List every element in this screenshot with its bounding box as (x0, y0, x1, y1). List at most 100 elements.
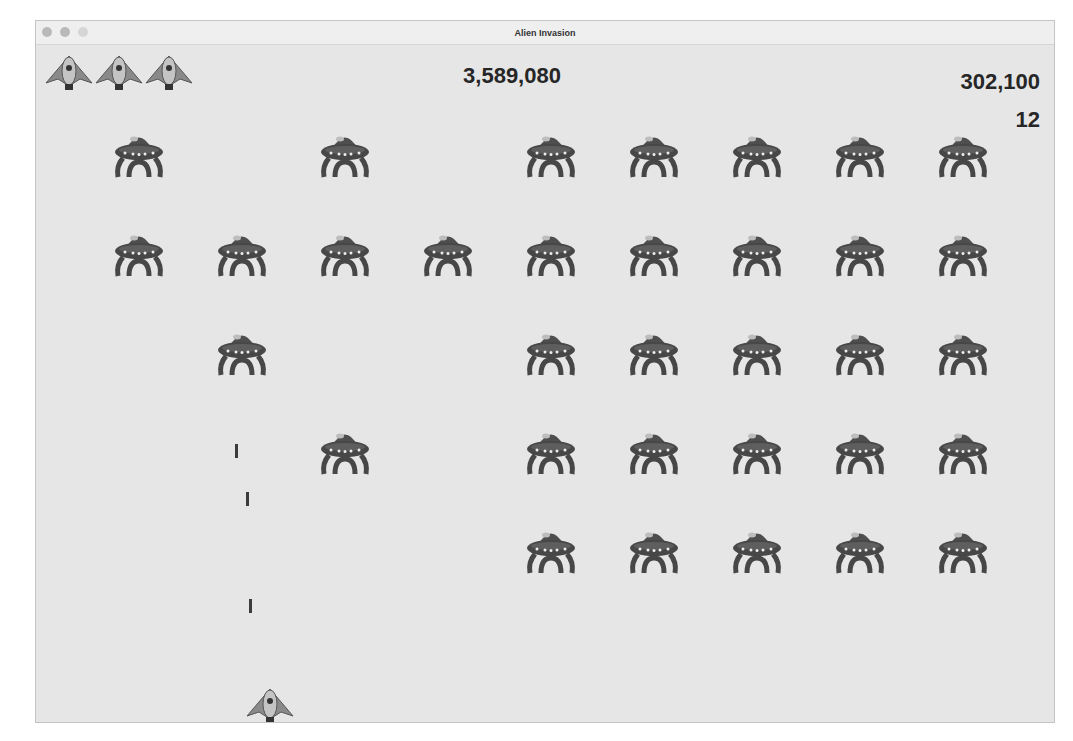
fleet-cell (525, 425, 577, 475)
fleet-cell (628, 227, 680, 277)
zoom-button[interactable] (78, 27, 88, 37)
alien-icon (628, 524, 680, 574)
fleet-cell (731, 326, 783, 376)
fleet-cell (422, 524, 474, 574)
alien-icon (937, 227, 989, 277)
alien-icon (731, 227, 783, 277)
window-controls (42, 27, 88, 37)
fleet-cell (937, 524, 989, 574)
alien-icon (937, 326, 989, 376)
alien-icon (731, 524, 783, 574)
bullet (246, 492, 249, 506)
fleet-cell (422, 227, 474, 277)
alien-icon (113, 128, 165, 178)
fleet-cell (113, 227, 165, 277)
fleet-cell (525, 227, 577, 277)
fleet-cell (216, 326, 268, 376)
life-ship-icon (144, 53, 194, 91)
high-score: 302,100 (840, 63, 1040, 101)
alien-fleet (36, 45, 1054, 574)
game-window: Alien Invasion 3,589,080 302,10012 (35, 20, 1055, 723)
fleet-cell (834, 425, 886, 475)
fleet-cell (525, 524, 577, 574)
fleet-cell (113, 128, 165, 178)
alien-icon (834, 524, 886, 574)
fleet-cell (113, 425, 165, 475)
fleet-cell (731, 425, 783, 475)
alien-icon (319, 425, 371, 475)
close-button[interactable] (42, 27, 52, 37)
fleet-cell (422, 425, 474, 475)
fleet-cell (937, 227, 989, 277)
game-canvas: 3,589,080 302,10012 (36, 45, 1054, 722)
fleet-cell (834, 326, 886, 376)
alien-icon (422, 227, 474, 277)
alien-icon (628, 425, 680, 475)
fleet-cell (525, 326, 577, 376)
fleet-cell (731, 227, 783, 277)
level: 12 (840, 101, 1040, 139)
alien-icon (628, 326, 680, 376)
window-title: Alien Invasion (514, 28, 575, 38)
alien-icon (525, 227, 577, 277)
fleet-cell (422, 326, 474, 376)
fleet-cell (937, 425, 989, 475)
fleet-cell (319, 128, 371, 178)
alien-icon (834, 425, 886, 475)
fleet-cell (216, 425, 268, 475)
life-ship-icon (44, 53, 94, 91)
life-ship-icon (94, 53, 144, 91)
hud: 3,589,080 302,10012 (36, 45, 1054, 139)
alien-icon (731, 425, 783, 475)
alien-icon (113, 227, 165, 277)
fleet-cell (628, 326, 680, 376)
fleet-cell (113, 524, 165, 574)
alien-icon (937, 128, 989, 178)
fleet-cell (525, 128, 577, 178)
score-panel: 302,10012 (840, 53, 1040, 139)
alien-icon (628, 128, 680, 178)
fleet-cell (113, 326, 165, 376)
score: 3,589,080 (463, 53, 621, 89)
fleet-cell (422, 128, 474, 178)
fleet-cell (628, 524, 680, 574)
fleet-cell (319, 326, 371, 376)
fleet-cell (834, 227, 886, 277)
player-ship-icon (245, 686, 295, 722)
fleet-cell (216, 227, 268, 277)
alien-icon (628, 227, 680, 277)
alien-icon (525, 524, 577, 574)
fleet-cell (216, 524, 268, 574)
alien-icon (731, 128, 783, 178)
fleet-cell (937, 326, 989, 376)
screen: Alien Invasion 3,589,080 302,10012 (0, 0, 1073, 741)
alien-icon (731, 326, 783, 376)
fleet-cell (319, 425, 371, 475)
fleet-cell (319, 227, 371, 277)
alien-icon (216, 326, 268, 376)
alien-icon (834, 128, 886, 178)
minimize-button[interactable] (60, 27, 70, 37)
alien-icon (525, 425, 577, 475)
lives (44, 53, 244, 91)
alien-icon (937, 425, 989, 475)
fleet-cell (216, 128, 268, 178)
title-bar: Alien Invasion (36, 21, 1054, 45)
alien-icon (216, 227, 268, 277)
fleet-cell (834, 128, 886, 178)
alien-icon (834, 227, 886, 277)
fleet-cell (937, 128, 989, 178)
alien-icon (937, 524, 989, 574)
bullet (235, 444, 238, 458)
fleet-cell (731, 128, 783, 178)
alien-icon (319, 227, 371, 277)
alien-icon (525, 326, 577, 376)
alien-icon (834, 326, 886, 376)
fleet-cell (628, 128, 680, 178)
alien-icon (525, 128, 577, 178)
alien-icon (319, 128, 371, 178)
bullet (249, 599, 252, 613)
fleet-cell (628, 425, 680, 475)
fleet-cell (319, 524, 371, 574)
fleet-cell (834, 524, 886, 574)
